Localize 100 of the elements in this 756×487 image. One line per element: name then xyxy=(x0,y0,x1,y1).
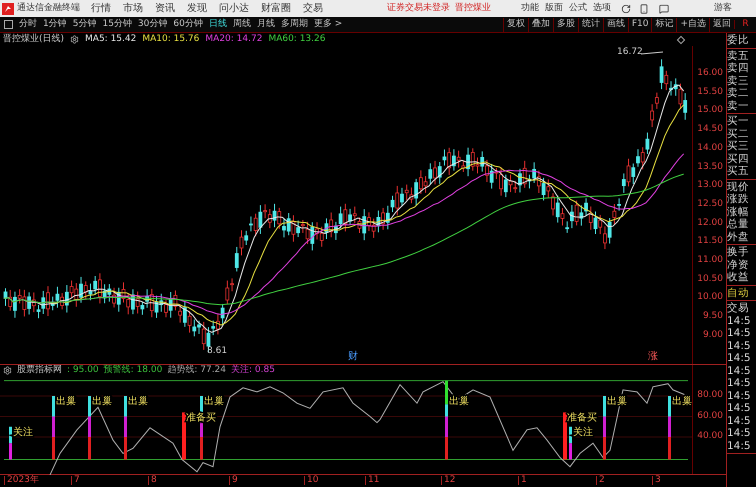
price-axis-label: 14.50 xyxy=(697,125,723,134)
toolbar-button[interactable]: 多股 xyxy=(552,18,578,32)
event-marker[interactable]: 财 xyxy=(348,352,358,362)
quote-label: 14:5 xyxy=(727,427,752,440)
quote-label: 总量 xyxy=(727,218,750,230)
quote-label: 涨跌 xyxy=(727,193,750,206)
quote-label: 14:5 xyxy=(727,390,752,402)
toolbar-button[interactable]: F10 xyxy=(628,18,652,32)
signal-label: 出巢 xyxy=(672,396,692,407)
period-tab[interactable]: 更多 > xyxy=(314,20,342,29)
date-axis-label: 3 xyxy=(652,476,661,485)
signal-label: 准备买 xyxy=(567,412,597,424)
indicator-legend: 关注: 0.85 xyxy=(231,366,275,375)
quote-label: 买一 xyxy=(727,115,750,128)
menu-item[interactable]: 行情 xyxy=(91,4,111,14)
event-marker[interactable]: 涨 xyxy=(648,352,658,362)
date-axis-label: 8 xyxy=(148,476,157,485)
quote-label: 外盘 xyxy=(727,230,750,243)
price-axis-label: 13.00 xyxy=(697,181,723,190)
menu-item[interactable]: 问小达 xyxy=(219,4,249,14)
toolbar-button[interactable]: 返回 xyxy=(709,18,734,32)
signal-bar xyxy=(124,396,127,460)
phone-icon[interactable] xyxy=(639,4,649,14)
period-tab[interactable]: 日线 xyxy=(208,20,227,29)
toolbar-button[interactable]: 叠加 xyxy=(528,18,553,32)
period-tab[interactable]: 30分钟 xyxy=(138,20,168,29)
indicator-legend: 趋势线: 77.24 xyxy=(167,366,226,375)
price-axis-label: 12.50 xyxy=(697,200,723,209)
menu-item[interactable]: 资讯 xyxy=(155,4,175,14)
period-tab[interactable]: 15分钟 xyxy=(102,20,132,29)
message-icon[interactable] xyxy=(659,4,669,14)
quote-label: 14:5 xyxy=(727,340,752,352)
user-label[interactable]: 游客 xyxy=(714,4,732,13)
signal-bar xyxy=(563,412,567,460)
price-axis-label: 11.50 xyxy=(697,237,723,246)
signal-bar xyxy=(569,426,572,460)
menu-item[interactable]: 公式 xyxy=(569,4,587,13)
period-tab[interactable]: 多周期 xyxy=(280,20,308,29)
date-axis-label: 9 xyxy=(229,476,238,485)
toolbar-button[interactable]: +自选 xyxy=(676,18,709,32)
date-axis-label: 11 xyxy=(365,476,380,485)
period-tab[interactable]: 分时 xyxy=(19,20,37,29)
menu-item[interactable]: 功能 xyxy=(521,4,539,13)
stock-link[interactable]: 晋控煤业 xyxy=(455,4,491,13)
low-price-label: 8.61 xyxy=(207,347,228,356)
ma-value: MA60: 13.26 xyxy=(268,35,326,44)
price-axis-label: 9.00 xyxy=(702,330,723,340)
period-tab[interactable]: 周线 xyxy=(232,20,251,29)
refresh-icon[interactable] xyxy=(621,4,631,14)
signal-bar xyxy=(603,396,606,460)
settings-icon[interactable] xyxy=(3,366,12,375)
price-axis-label: 9.50 xyxy=(702,312,723,322)
menu-item[interactable]: 财富圈 xyxy=(261,4,291,14)
date-axis-label: 7 xyxy=(71,476,80,485)
quote-label: 收益 xyxy=(727,271,750,284)
quote-label: 14:5 xyxy=(727,364,752,377)
price-axis-label: 16.00 xyxy=(697,69,723,78)
menu-item[interactable]: 市场 xyxy=(123,4,143,14)
menu-item[interactable]: 选项 xyxy=(593,4,611,13)
indicator-legend: 股票指标网 xyxy=(17,366,62,375)
quote-label: 买五 xyxy=(727,165,750,178)
signal-label: 出巢 xyxy=(128,396,148,407)
panel-toggle-icon[interactable] xyxy=(4,20,13,29)
period-tab[interactable]: 1分钟 xyxy=(43,20,67,29)
toolbar-button[interactable]: 画线 xyxy=(602,18,628,32)
menu-item[interactable]: 交易 xyxy=(303,4,323,14)
quote-label: 14:5 xyxy=(727,440,752,452)
corner-label: R xyxy=(734,20,756,29)
period-tab[interactable]: 月线 xyxy=(256,20,275,29)
quote-label: 14:5 xyxy=(727,314,752,327)
date-axis-label: 1 xyxy=(518,476,527,485)
period-tab[interactable]: 60分钟 xyxy=(173,20,203,29)
quote-label: 卖一 xyxy=(727,100,750,112)
price-axis-label: 13.50 xyxy=(697,162,723,172)
menu-item[interactable]: 发现 xyxy=(187,4,207,14)
quote-label: 换手 xyxy=(727,246,750,258)
price-axis-label: 10.00 xyxy=(697,293,723,302)
quote-label: 买二 xyxy=(727,128,750,140)
signal-bar xyxy=(52,396,55,460)
signal-label: 出巢 xyxy=(204,396,224,407)
signal-label: 关注 xyxy=(573,426,593,438)
toolbar-button[interactable]: 标记 xyxy=(651,18,676,32)
menu-item[interactable]: 版面 xyxy=(545,4,563,13)
indicator-axis-label: 60.00 xyxy=(697,412,723,420)
toolbar-button[interactable]: 复权 xyxy=(502,18,528,32)
price-axis-label: 11.00 xyxy=(697,256,723,265)
indicator-axis-label: 80.00 xyxy=(697,391,723,400)
signal-bar xyxy=(9,426,12,460)
quote-label: 涨幅 xyxy=(727,206,750,218)
ma-value: MA10: 15.76 xyxy=(142,35,200,44)
price-axis-label: 12.00 xyxy=(697,218,723,228)
toolbar-button[interactable]: 统计 xyxy=(578,18,603,32)
login-notice[interactable]: 证券交易未登录 xyxy=(387,4,450,13)
quote-label: 14:5 xyxy=(727,402,752,414)
settings-icon[interactable] xyxy=(70,35,80,44)
signal-label: 出巢 xyxy=(56,396,76,407)
signal-bar xyxy=(182,412,186,460)
quote-label: 现价 xyxy=(727,180,750,193)
quote-label: 14:5 xyxy=(727,327,752,340)
period-tab[interactable]: 5分钟 xyxy=(72,20,96,29)
